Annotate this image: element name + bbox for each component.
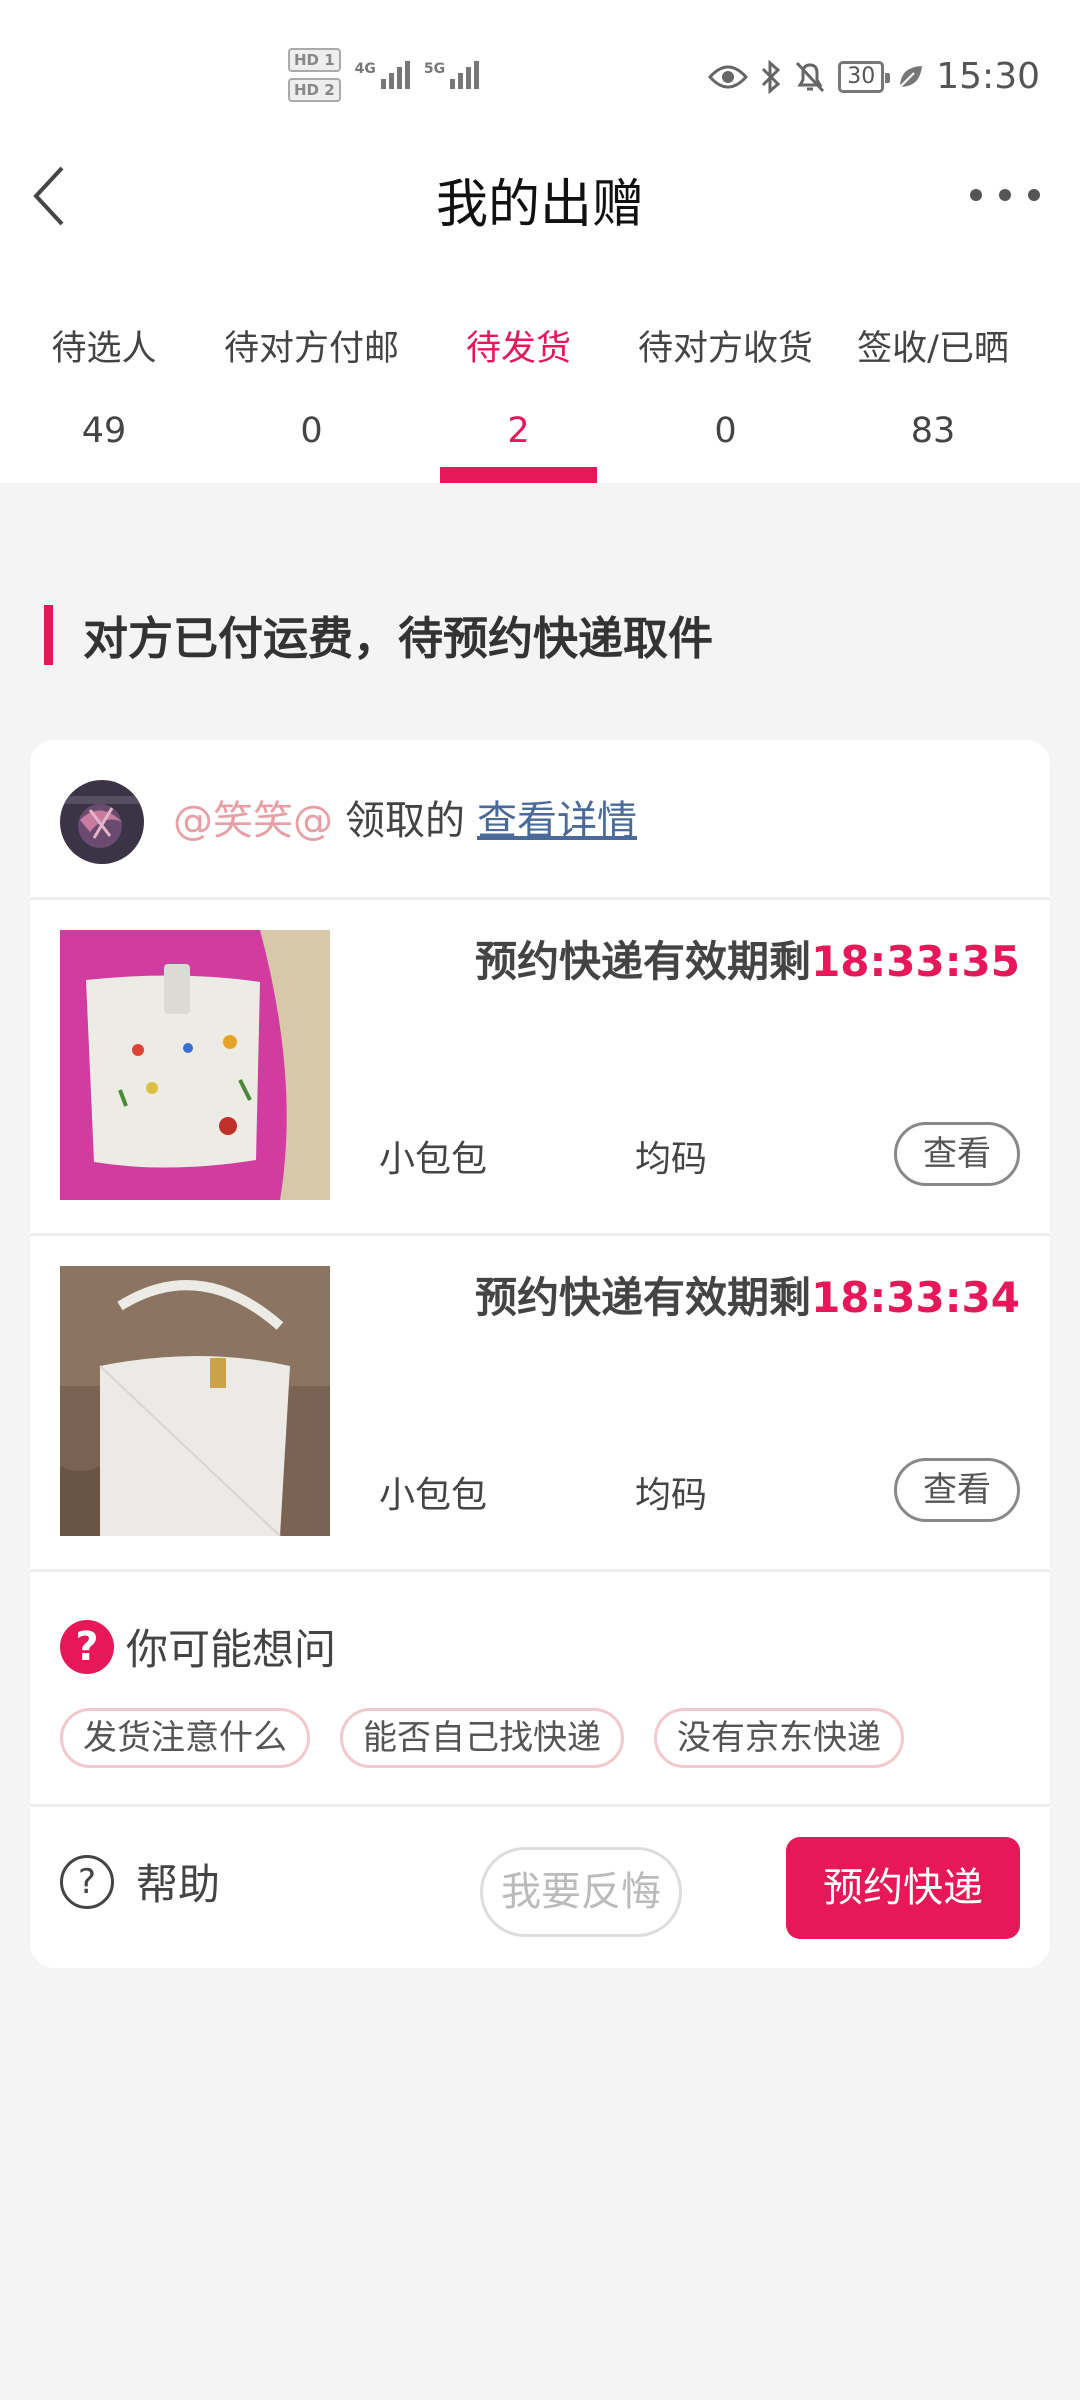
bag-photo [60, 1266, 330, 1536]
section-title: 对方已付运费，待预约快递取件 [83, 612, 714, 665]
action-bar: ? 帮助 我要反悔 预约快递 [30, 1807, 1050, 1968]
tab-pending-postage[interactable]: 待对方付邮 0 [208, 300, 415, 483]
countdown-value: 18:33:34 [811, 1273, 1020, 1322]
leaf-icon [899, 65, 923, 88]
tab-count: 0 [714, 411, 737, 451]
product-size: 均码 [635, 1139, 708, 1180]
tab-count: 2 [507, 411, 530, 451]
tab-count: 0 [300, 411, 323, 451]
pickup-countdown: 预约快递有效期剩18:33:35 [475, 928, 1020, 989]
order-card: @笑笑@ 领取的 查看详情 预约快递有效期剩18:33:35 小包包 均码 查看… [30, 740, 1050, 1968]
system-status: 30 15:30 [708, 56, 1040, 97]
product-name: 小包包 [379, 1475, 488, 1516]
faq-chip-own-courier[interactable]: 能否自己找快递 [340, 1708, 624, 1768]
network-type-4g: 4G [354, 61, 376, 77]
tab-count: 83 [910, 411, 956, 451]
page-title: 我的出赠 [435, 175, 644, 235]
eye-icon [708, 65, 749, 88]
view-button[interactable]: 查看 [894, 1122, 1020, 1186]
more-dots-icon [999, 189, 1011, 201]
section-accent-bar [44, 604, 53, 665]
countdown-label: 预约快递有效期剩 [475, 1273, 812, 1322]
more-dots-icon [970, 189, 982, 201]
more-button[interactable] [970, 170, 1040, 220]
product-image[interactable] [60, 930, 330, 1200]
tab-received[interactable]: 签收/已晒 83 [829, 300, 1037, 483]
more-dots-icon [1028, 189, 1040, 201]
view-button[interactable]: 查看 [894, 1458, 1020, 1522]
hd-badge-2: HD 2 [288, 78, 341, 102]
faq-chips: 发货注意什么 能否自己找快递 没有京东快递 [60, 1708, 904, 1768]
tab-underline [440, 467, 597, 483]
faq-chip-no-jd-express[interactable]: 没有京东快递 [654, 1708, 904, 1768]
hd-badge-1: HD 1 [288, 48, 341, 72]
faq-chip-shipping-notes[interactable]: 发货注意什么 [60, 1708, 310, 1768]
faq-title: 你可能想问 [126, 1625, 337, 1674]
tab-label: 待对方付邮 [223, 329, 399, 369]
book-courier-button[interactable]: 预约快递 [786, 1837, 1020, 1939]
section-heading: 对方已付运费，待预约快递取件 [44, 602, 713, 667]
help-icon: ? [60, 1854, 114, 1909]
recipient-row: @笑笑@ 领取的 查看详情 [30, 740, 1050, 900]
tab-label: 待发货 [465, 329, 571, 369]
status-bar: HD 1 HD 2 4G 5G 30 15:30 [0, 0, 1080, 150]
network-type-5g: 5G [423, 61, 446, 77]
bag-photo [60, 930, 330, 1200]
network-status: HD 1 HD 2 4G 5G [288, 48, 480, 102]
recipient-verb: 领取的 [345, 798, 465, 844]
regret-button[interactable]: 我要反悔 [480, 1847, 682, 1937]
tab-label: 待对方收货 [637, 329, 813, 369]
help-label: 帮助 [136, 1860, 221, 1909]
view-details-link[interactable]: 查看详情 [477, 788, 637, 846]
avatar-image [60, 780, 144, 864]
countdown-label: 预约快递有效期剩 [475, 937, 812, 986]
signal-5g-icon: 5G [423, 61, 480, 89]
countdown-value: 18:33:35 [811, 937, 1020, 986]
avatar[interactable] [60, 780, 144, 864]
clock: 15:30 [936, 56, 1040, 97]
battery-icon: 30 [838, 60, 891, 93]
list-item: 预约快递有效期剩18:33:35 小包包 均码 查看 [30, 900, 1050, 1236]
bluetooth-icon [762, 59, 781, 94]
bell-off-icon [796, 61, 825, 92]
product-name: 小包包 [379, 1139, 488, 1180]
tab-pending-receipt[interactable]: 待对方收货 0 [622, 300, 829, 483]
pickup-countdown: 预约快递有效期剩18:33:34 [475, 1264, 1020, 1325]
tab-count: 49 [81, 411, 127, 451]
tab-label: 签收/已晒 [857, 329, 1009, 369]
status-tabs: 待选人 49 待对方付邮 0 待发货 2 待对方收货 0 签收/已晒 83 [0, 300, 1080, 483]
tab-pending-selection[interactable]: 待选人 49 [0, 300, 208, 483]
tab-label: 待选人 [51, 329, 157, 369]
faq-section: ? 你可能想问 发货注意什么 能否自己找快递 没有京东快递 [30, 1572, 1050, 1807]
signal-4g-icon: 4G [355, 61, 410, 89]
recipient-name: @笑笑@ [173, 798, 333, 844]
list-item: 预约快递有效期剩18:33:34 小包包 均码 查看 [30, 1236, 1050, 1572]
product-size: 均码 [635, 1475, 708, 1516]
question-icon: ? [60, 1619, 114, 1674]
top-panel: HD 1 HD 2 4G 5G 30 15:30 我的出赠 待选人 49 待对方… [0, 0, 1080, 483]
tab-pending-shipment[interactable]: 待发货 2 [415, 300, 622, 483]
product-image[interactable] [60, 1266, 330, 1536]
help-button[interactable]: ? 帮助 [60, 1851, 220, 1912]
